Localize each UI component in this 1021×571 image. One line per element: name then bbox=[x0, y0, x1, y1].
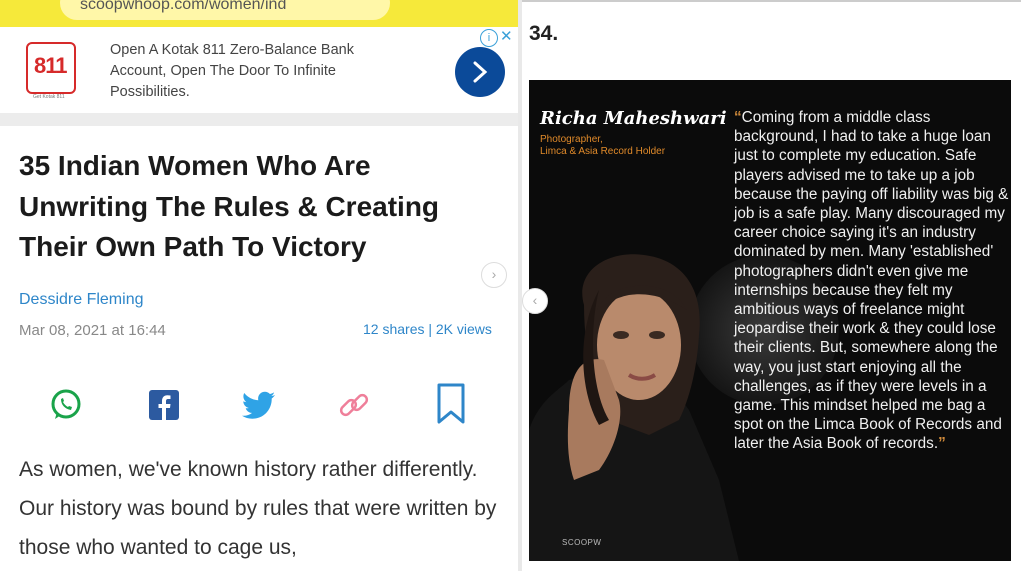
browser-url-bar: scoopwhoop.com/women/ind bbox=[0, 0, 518, 27]
whatsapp-share-button[interactable] bbox=[49, 388, 83, 422]
ad-text[interactable]: Open A Kotak 811 Zero-Balance Bank Accou… bbox=[110, 40, 400, 103]
ad-info-icon[interactable]: i bbox=[480, 29, 498, 47]
slide-number: 34. bbox=[529, 22, 559, 45]
twitter-icon bbox=[242, 391, 275, 419]
profile-card: Richa Maheshwari Photographer, Limca & A… bbox=[529, 80, 1011, 561]
whatsapp-icon bbox=[51, 389, 81, 419]
article-body: As women, we've known history rather dif… bbox=[19, 458, 497, 559]
carousel-prev-button[interactable]: ‹ bbox=[522, 288, 548, 314]
slide-panel: 34. Richa Maheshwari Photographer, Limca… bbox=[522, 0, 1021, 571]
chevron-right-icon bbox=[473, 61, 488, 83]
person-role-line1: Photographer, bbox=[540, 134, 603, 145]
twitter-share-button[interactable] bbox=[241, 388, 275, 422]
author-link[interactable]: Dessidre Fleming bbox=[19, 291, 143, 309]
mobile-article-screen: scoopwhoop.com/women/ind 811 Get Kotak 8… bbox=[0, 0, 518, 571]
quote-body: Coming from a middle class background, I… bbox=[734, 109, 1009, 453]
top-border bbox=[522, 0, 1021, 2]
bookmark-icon bbox=[437, 383, 465, 424]
bookmark-button[interactable] bbox=[436, 383, 470, 425]
url-text[interactable]: scoopwhoop.com/women/ind bbox=[80, 0, 286, 14]
kotak-logo: 811 Get Kotak 811 bbox=[26, 42, 76, 100]
watermark: SCOOPW bbox=[562, 538, 602, 547]
publish-date: Mar 08, 2021 at 16:44 bbox=[19, 322, 166, 339]
facebook-share-button[interactable] bbox=[147, 388, 181, 422]
section-divider bbox=[0, 113, 518, 126]
ad-close-icon[interactable]: ✕ bbox=[500, 27, 513, 45]
kotak-logo-subtext: Get Kotak 811 bbox=[33, 94, 65, 100]
quote-text: “Coming from a middle class background, … bbox=[734, 108, 1011, 454]
kotak-logo-text: 811 bbox=[34, 53, 67, 78]
article-title: 35 Indian Women Who Are Unwriting The Ru… bbox=[19, 150, 440, 262]
copy-link-button[interactable] bbox=[337, 388, 371, 422]
ad-banner[interactable]: 811 Get Kotak 811 Open A Kotak 811 Zero-… bbox=[0, 27, 518, 113]
close-quote-icon: ” bbox=[938, 435, 946, 453]
link-icon bbox=[339, 393, 369, 417]
portrait-photo bbox=[529, 254, 739, 561]
facebook-icon bbox=[149, 390, 179, 420]
person-role: Photographer, Limca & Asia Record Holder bbox=[540, 134, 665, 158]
person-name: Richa Maheshwari bbox=[540, 108, 727, 129]
carousel-next-button[interactable]: › bbox=[481, 262, 507, 288]
share-stats: 12 shares | 2K views bbox=[363, 321, 492, 337]
open-quote-icon: “ bbox=[734, 109, 742, 126]
person-role-line2: Limca & Asia Record Holder bbox=[540, 146, 666, 157]
ad-next-button[interactable] bbox=[455, 47, 505, 97]
